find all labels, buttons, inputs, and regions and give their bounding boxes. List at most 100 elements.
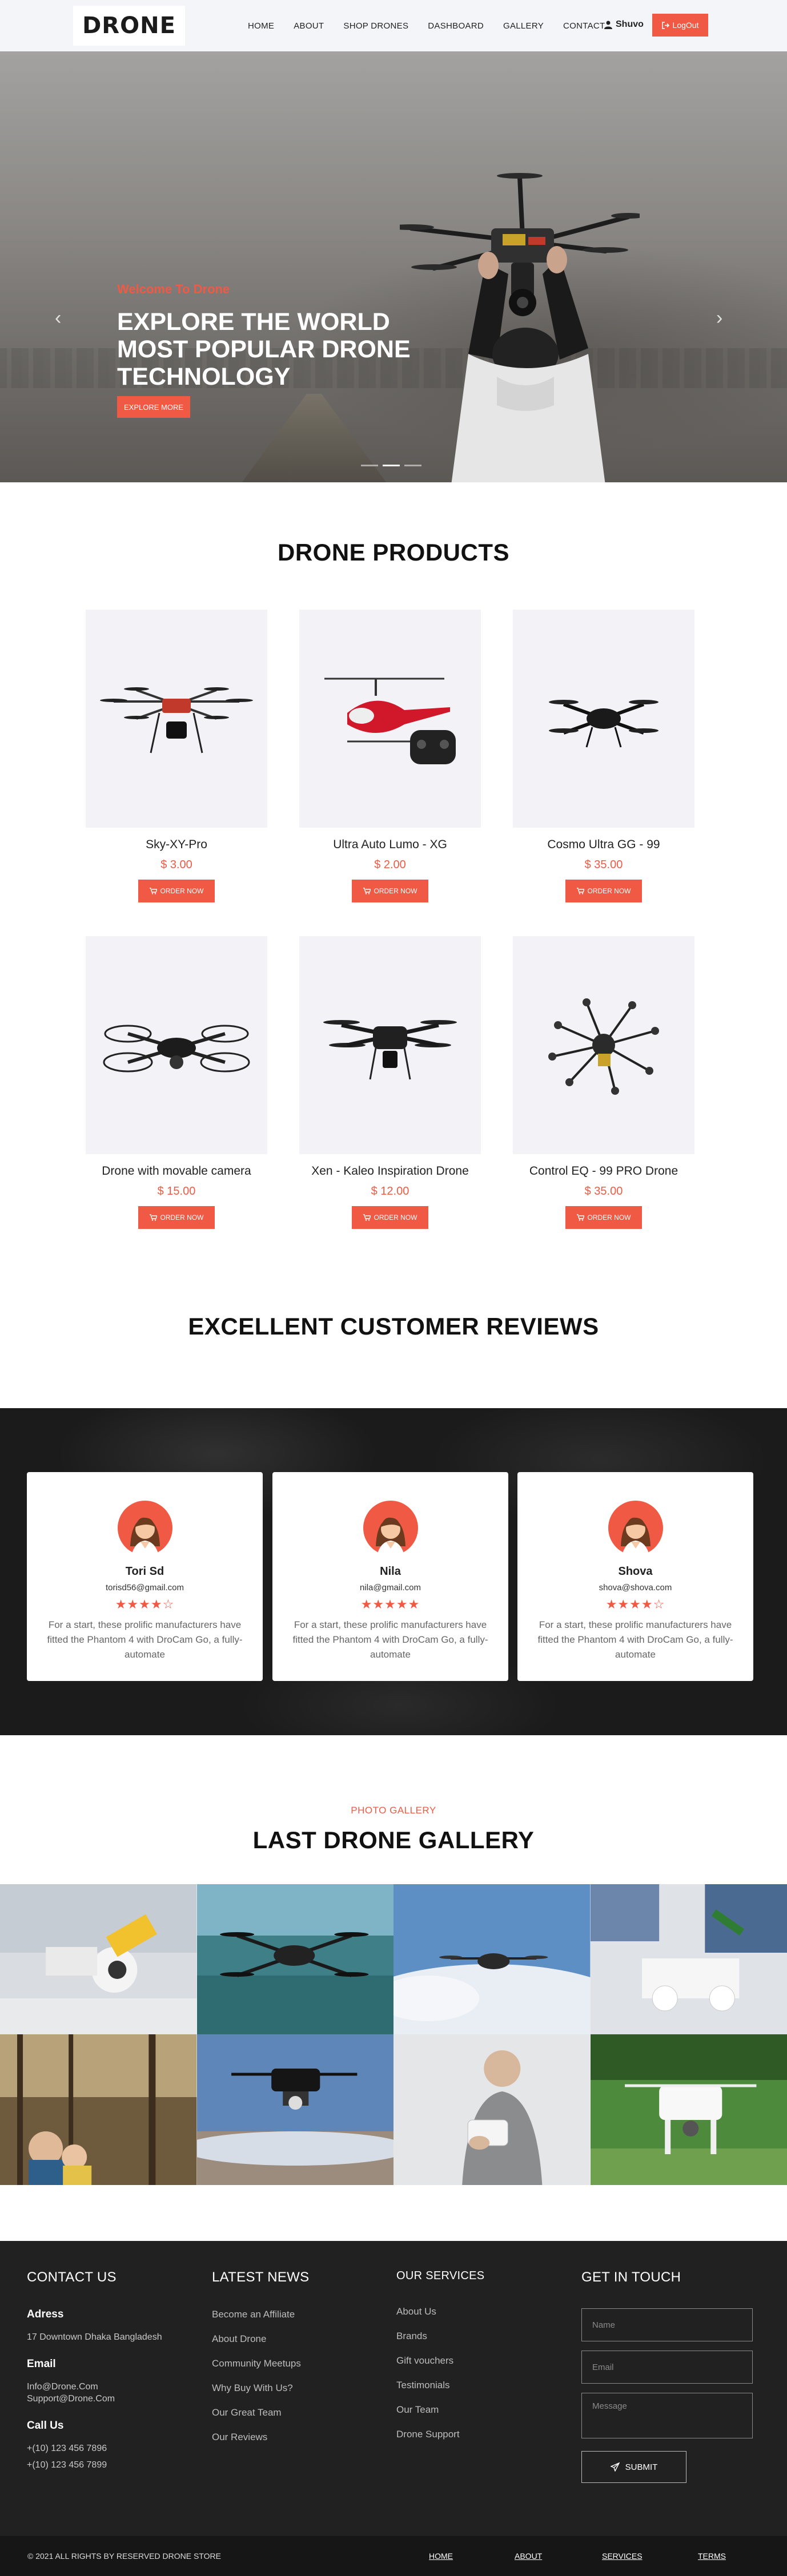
product-card: Ultra Auto Lumo - XG $ 2.00 ORDER NOW (299, 610, 481, 902)
avatar (117, 1501, 172, 1555)
gallery-photo[interactable] (0, 1884, 197, 2034)
products-section: DRONE PRODUCTS Sky-XY-Pro $ 3.00 ORDER N… (0, 482, 787, 1281)
cart-icon (149, 1214, 157, 1221)
news-link[interactable]: Community Meetups (212, 2357, 309, 2369)
nav-about[interactable]: ABOUT (294, 21, 324, 31)
footer-services: OUR SERVICES About Us Brands Gift vouche… (396, 2269, 484, 2453)
service-link[interactable]: Brands (396, 2330, 484, 2342)
reviews-title: EXCELLENT CUSTOMER REVIEWS (188, 1313, 599, 1340)
submit-label: SUBMIT (625, 2462, 658, 2472)
address-text: 17 Downtown Dhaka Bangladesh (27, 2332, 162, 2342)
product-card: Xen - Kaleo Inspiration Drone $ 12.00 OR… (299, 936, 481, 1229)
order-now-button[interactable]: ORDER NOW (565, 1206, 642, 1229)
quadcopter-image (549, 700, 658, 748)
footer: CONTACT US Adress 17 Downtown Dhaka Bang… (0, 2241, 787, 2576)
footer-news-heading: LATEST NEWS (212, 2269, 310, 2285)
drone-hexacopter-image (100, 687, 253, 753)
name-input[interactable] (581, 2308, 753, 2341)
product-card: Control EQ - 99 PRO Drone $ 35.00 ORDER … (513, 936, 694, 1229)
product-image[interactable] (513, 610, 694, 828)
gallery-subtitle: PHOTO GALLERY (351, 1805, 436, 1816)
message-input[interactable] (581, 2393, 753, 2438)
photo-gallery (0, 1884, 787, 2185)
chevron-left-icon[interactable]: ‹ (55, 307, 61, 329)
gallery-photo[interactable] (196, 2034, 394, 2185)
octocopter-image (548, 998, 659, 1095)
footer-news: LATEST NEWS Become an Affiliate About Dr… (212, 2269, 309, 2456)
product-card: Sky-XY-Pro $ 3.00 ORDER NOW (86, 610, 267, 902)
order-now-button[interactable]: ORDER NOW (352, 1206, 428, 1229)
nav-shop-drones[interactable]: SHOP DRONES (343, 21, 408, 31)
reviews-section: Tori Sd torisd56@gmail.com ★★★★☆ For a s… (0, 1408, 787, 1735)
gallery-photo[interactable] (394, 1884, 591, 2034)
service-link[interactable]: Gift vouchers (396, 2355, 484, 2367)
product-image[interactable] (86, 610, 267, 828)
service-link[interactable]: About Us (396, 2305, 484, 2317)
slider-dot-active[interactable] (383, 465, 400, 466)
reviewer-name: Tori Sd (125, 1565, 164, 1578)
product-image[interactable] (299, 936, 481, 1154)
review-card: Shova shova@shova.com ★★★★☆ For a start,… (517, 1472, 753, 1681)
sign-out-icon (661, 21, 669, 29)
order-now-button[interactable]: ORDER NOW (138, 880, 215, 902)
submit-button[interactable]: SUBMIT (581, 2451, 686, 2483)
gallery-photo[interactable] (590, 2034, 787, 2185)
gallery-photo[interactable] (590, 1884, 787, 2034)
product-price: $ 35.00 (584, 858, 623, 871)
order-now-button[interactable]: ORDER NOW (352, 880, 428, 902)
footer-link-about[interactable]: ABOUT (515, 2551, 542, 2561)
footer-link-terms[interactable]: TERMS (698, 2551, 726, 2561)
review-text: For a start, these prolific manufacturer… (537, 1619, 733, 1660)
nav-dashboard[interactable]: DASHBOARD (428, 21, 484, 31)
phone-2: +(10) 123 456 7899 (27, 2460, 107, 2470)
news-links: Become an Affiliate About Drone Communit… (212, 2308, 309, 2443)
news-link[interactable]: Why Buy With Us? (212, 2382, 309, 2394)
review-text: For a start, these prolific manufacturer… (47, 1619, 243, 1660)
logo[interactable]: DRONE (73, 6, 185, 46)
product-name: Ultra Auto Lumo - XG (333, 838, 447, 851)
hero-subtitle: Welcome To Drone (117, 282, 230, 296)
nav-home[interactable]: HOME (248, 21, 274, 31)
reviewer-name: Nila (380, 1565, 401, 1578)
email-label: Email (27, 2358, 56, 2370)
footer-link-home[interactable]: HOME (429, 2551, 453, 2561)
order-label: ORDER NOW (587, 1214, 631, 1222)
news-link[interactable]: Become an Affiliate (212, 2308, 309, 2320)
chevron-right-icon[interactable]: › (716, 307, 722, 329)
order-label: ORDER NOW (374, 1214, 417, 1222)
logout-button[interactable]: LogOut (652, 14, 708, 37)
nav-contact[interactable]: CONTACT (563, 21, 605, 31)
slider-indicators (361, 465, 421, 466)
product-image[interactable] (86, 936, 267, 1154)
footer-link-services[interactable]: SERVICES (602, 2551, 643, 2561)
gallery-photo[interactable] (196, 1884, 394, 2034)
order-label: ORDER NOW (587, 887, 631, 895)
news-link[interactable]: About Drone (212, 2333, 309, 2345)
email-input[interactable] (581, 2351, 753, 2384)
cart-icon (576, 1214, 584, 1221)
service-link[interactable]: Testimonials (396, 2379, 484, 2391)
user-info: Shuvo (604, 19, 644, 30)
slider-dot[interactable] (361, 465, 378, 466)
service-link[interactable]: Drone Support (396, 2428, 484, 2440)
gallery-photo[interactable] (394, 2034, 591, 2185)
order-now-button[interactable]: ORDER NOW (138, 1206, 215, 1229)
footer-contact: CONTACT US Adress 17 Downtown Dhaka Bang… (27, 2269, 162, 2471)
xen-drone-image (323, 1020, 457, 1080)
gallery-title: LAST DRONE GALLERY (252, 1827, 535, 1853)
gallery-photo[interactable] (0, 2034, 197, 2185)
paper-plane-icon (610, 2462, 620, 2472)
reviewer-email: torisd56@gmail.com (106, 1583, 184, 1593)
logo-text: DRONE (82, 13, 176, 39)
explore-more-button[interactable]: EXPLORE MORE (117, 396, 190, 418)
product-image[interactable] (513, 936, 694, 1154)
user-icon (604, 21, 612, 29)
main-menu: HOME ABOUT SHOP DRONES DASHBOARD GALLERY… (248, 0, 625, 51)
product-image[interactable] (299, 610, 481, 828)
news-link[interactable]: Our Reviews (212, 2431, 309, 2443)
news-link[interactable]: Our Great Team (212, 2406, 309, 2418)
nav-gallery[interactable]: GALLERY (503, 21, 544, 31)
service-link[interactable]: Our Team (396, 2404, 484, 2416)
slider-dot[interactable] (404, 465, 421, 466)
order-now-button[interactable]: ORDER NOW (565, 880, 642, 902)
